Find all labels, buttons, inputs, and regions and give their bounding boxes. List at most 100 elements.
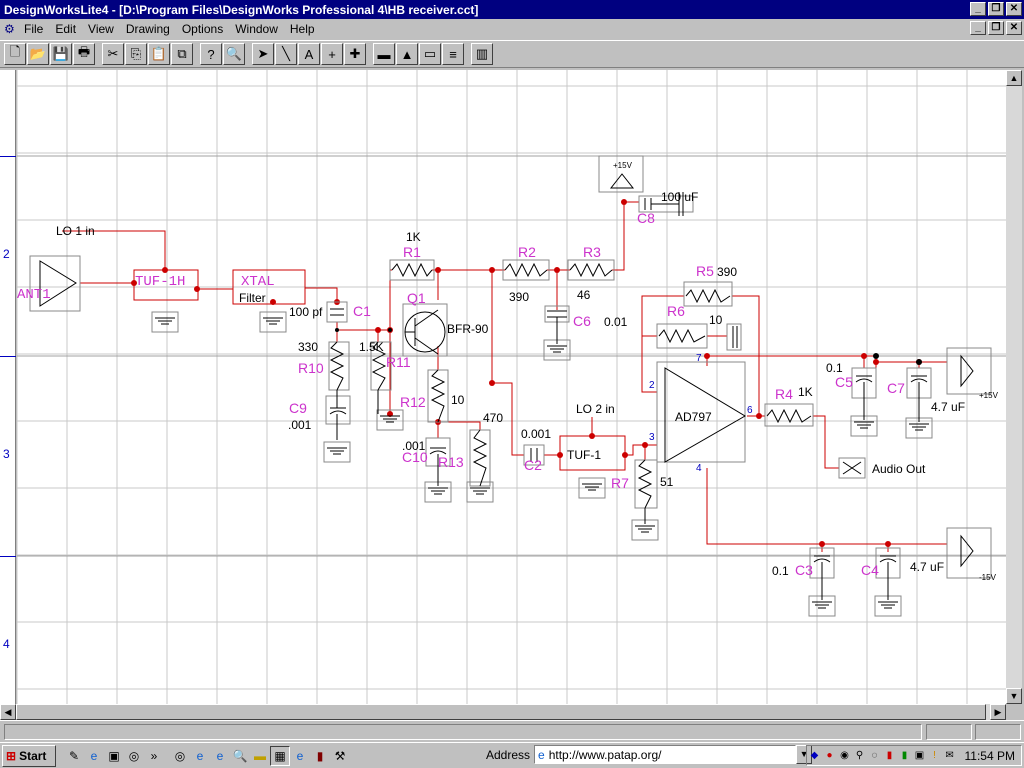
- scroll-left-icon[interactable]: ◀: [0, 704, 16, 720]
- menu-help[interactable]: Help: [290, 22, 315, 36]
- label-q1: Q1: [407, 290, 426, 306]
- title-bar: DesignWorksLite4 - [D:\Program Files\Des…: [0, 0, 1024, 19]
- task-book-icon[interactable]: ▮: [310, 746, 330, 766]
- add-icon[interactable]: ✚: [344, 43, 366, 65]
- horizontal-scroll-thumb[interactable]: [16, 704, 986, 720]
- task-tool-icon[interactable]: ⚒: [330, 746, 350, 766]
- tray-mail-icon[interactable]: ✉: [944, 750, 956, 762]
- address-url: http://www.patap.org/: [548, 747, 662, 762]
- task-ie-icon-3[interactable]: e: [290, 746, 310, 766]
- label-c2-value: 0.001: [521, 427, 551, 441]
- mountain-icon[interactable]: ▲: [396, 43, 418, 65]
- print-icon[interactable]: 🖶: [73, 43, 95, 65]
- minimize-button[interactable]: _: [970, 2, 986, 16]
- tray-shield-icon[interactable]: ◆: [809, 750, 821, 762]
- copy-icon[interactable]: ⎘: [125, 43, 147, 65]
- pointer-icon[interactable]: ➤: [252, 43, 274, 65]
- scroll-right-icon[interactable]: ▶: [990, 704, 1006, 720]
- help-icon[interactable]: ?: [200, 43, 222, 65]
- app-menu-icon[interactable]: ⚙: [4, 22, 18, 36]
- new-icon[interactable]: 🗋: [4, 43, 26, 65]
- schematic-canvas[interactable]: LO 1 in ANT1 TUF-1H XTAL Filter C1 100 p…: [17, 70, 1006, 704]
- library-icon[interactable]: ▥: [471, 43, 493, 65]
- windows-logo-icon: ⊞: [6, 748, 17, 763]
- status-cell-2: [975, 724, 1021, 740]
- task-ie-icon-1[interactable]: e: [190, 746, 210, 766]
- duplicate-icon[interactable]: ⧉: [171, 43, 193, 65]
- wire-icon[interactable]: ╲: [275, 43, 297, 65]
- label-ant1: ANT1: [17, 287, 51, 303]
- quicklaunch-app-icon[interactable]: ◎: [124, 746, 144, 766]
- doc-close-button[interactable]: ✕: [1006, 21, 1022, 35]
- signal-icon[interactable]: ≡: [442, 43, 464, 65]
- label-r3: R3: [583, 244, 601, 260]
- menu-drawing[interactable]: Drawing: [126, 22, 170, 36]
- label-c7-value: 4.7 uF: [931, 400, 965, 414]
- label-c1-value: 100 pf: [289, 305, 323, 319]
- address-input[interactable]: e http://www.patap.org/: [534, 745, 797, 764]
- text-icon[interactable]: A: [298, 43, 320, 65]
- menu-window[interactable]: Window: [235, 22, 278, 36]
- save-icon[interactable]: 💾: [50, 43, 72, 65]
- picture-icon[interactable]: ▭: [419, 43, 441, 65]
- schematic-drawing: LO 1 in ANT1 TUF-1H XTAL Filter C1 100 p…: [17, 70, 1006, 704]
- start-label: Start: [19, 748, 47, 763]
- menu-file[interactable]: File: [24, 22, 43, 36]
- label-tuf1h: TUF-1H: [135, 274, 185, 290]
- tray-volume-icon[interactable]: ◌: [869, 750, 881, 762]
- label-r11: R11: [386, 354, 411, 370]
- open-icon[interactable]: 📂: [27, 43, 49, 65]
- scroll-down-icon[interactable]: ▼: [1006, 688, 1022, 704]
- label-r7: R7: [611, 475, 629, 491]
- zoom-icon[interactable]: 🔍: [223, 43, 245, 65]
- task-search-icon[interactable]: 🔍: [230, 746, 250, 766]
- crosshair-icon[interactable]: +: [321, 43, 343, 65]
- label-lo2: LO 2 in: [576, 402, 615, 416]
- tray-alert-icon[interactable]: !: [929, 750, 941, 762]
- label-c4: C4: [861, 562, 879, 578]
- menu-edit[interactable]: Edit: [55, 22, 76, 36]
- tray-app-icon[interactable]: ▣: [914, 750, 926, 762]
- page-icon: e: [538, 747, 545, 762]
- close-button[interactable]: ✕: [1006, 2, 1022, 16]
- cut-icon[interactable]: ✂: [102, 43, 124, 65]
- label-pin2: 2: [649, 380, 655, 391]
- scroll-up-icon[interactable]: ▲: [1006, 70, 1022, 86]
- quicklaunch-more-icon[interactable]: »: [144, 746, 164, 766]
- label-r4-value: 1K: [798, 385, 813, 399]
- tray-search-icon[interactable]: ⚲: [854, 750, 866, 762]
- vertical-scrollbar[interactable]: ▲ ▼: [1006, 70, 1022, 704]
- quicklaunch-edit-icon[interactable]: ✎: [64, 746, 84, 766]
- doc-minimize-button[interactable]: _: [970, 21, 986, 35]
- quicklaunch-desktop-icon[interactable]: ▣: [104, 746, 124, 766]
- start-button[interactable]: ⊞ Start: [2, 744, 56, 767]
- doc-restore-button[interactable]: ❐: [988, 21, 1004, 35]
- menu-options[interactable]: Options: [182, 22, 223, 36]
- label-pin6: 6: [747, 405, 753, 416]
- restore-button[interactable]: ❐: [988, 2, 1004, 16]
- task-ie-icon-2[interactable]: e: [210, 746, 230, 766]
- label-r12-value: 10: [451, 393, 465, 407]
- tray-battery-icon[interactable]: ▮: [899, 750, 911, 762]
- label-c9: C9: [289, 400, 307, 416]
- label-c5-value: 0.1: [826, 361, 843, 375]
- horizontal-scrollbar[interactable]: ◀ ▶: [0, 704, 1006, 720]
- label-c8-value: 100 uF: [661, 190, 698, 204]
- address-toolbar: Address e http://www.patap.org/ ▼: [486, 745, 813, 764]
- vertical-ruler: 2 3 4: [0, 70, 16, 704]
- tray-virus-icon[interactable]: ●: [824, 750, 836, 762]
- label-c8: C8: [637, 210, 655, 226]
- label-r10-value: 330: [298, 340, 318, 354]
- task-app-icon[interactable]: ◎: [170, 746, 190, 766]
- part-window-icon[interactable]: ▬: [373, 43, 395, 65]
- task-designworks-icon[interactable]: ▦: [270, 745, 290, 766]
- menu-view[interactable]: View: [88, 22, 114, 36]
- task-folder-icon[interactable]: ▬: [250, 746, 270, 766]
- paste-icon[interactable]: 📋: [148, 43, 170, 65]
- tray-network-icon[interactable]: ◉: [839, 750, 851, 762]
- status-cell-1: [926, 724, 972, 740]
- quicklaunch-ie-icon[interactable]: e: [84, 746, 104, 766]
- label-c2: C2: [524, 457, 542, 473]
- tray-monitor-icon[interactable]: ▮: [884, 750, 896, 762]
- label-r5: R5: [696, 263, 714, 279]
